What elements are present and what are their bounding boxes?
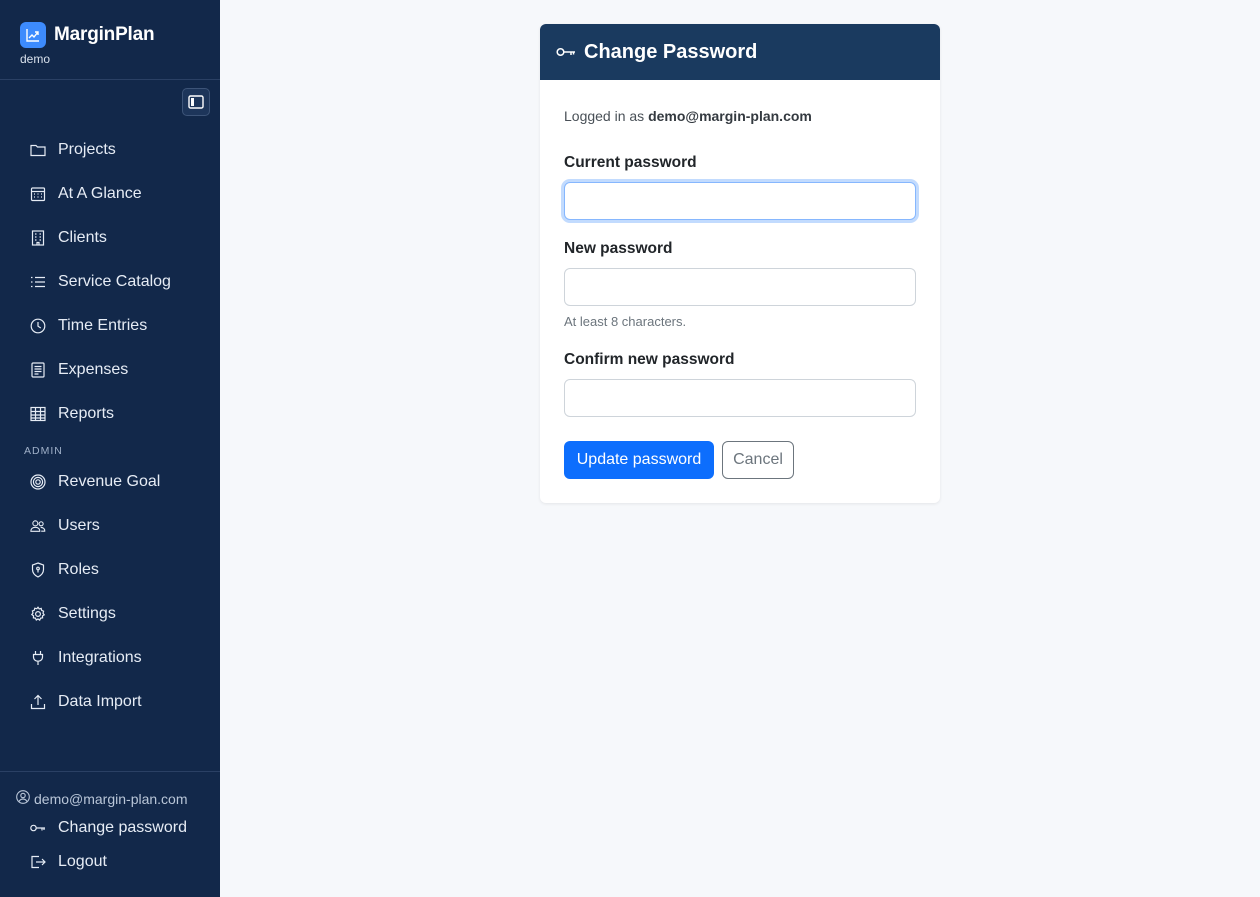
update-password-button[interactable]: Update password (564, 441, 714, 479)
sidebar-toggle-button[interactable] (182, 88, 210, 116)
card-title: Change Password (584, 40, 758, 63)
sidebar-item-reports[interactable]: Reports (30, 392, 210, 436)
new-password-hint: At least 8 characters. (564, 314, 687, 329)
person-circle-icon (16, 790, 30, 807)
admin-section-label: ADMIN (24, 445, 63, 457)
sidebar-item-label: Users (58, 517, 100, 534)
logged-in-text: Logged in as demo@margin-plan.com (564, 108, 812, 124)
confirm-password-label: Confirm new password (564, 351, 735, 368)
sidebar-item-label: Revenue Goal (58, 473, 161, 490)
sidebar-item-data-import[interactable]: Data Import (30, 680, 210, 724)
sidebar-item-expenses[interactable]: Expenses (30, 348, 210, 392)
sidebar-item-label: Expenses (58, 361, 129, 378)
sidebar-item-projects[interactable]: Projects (30, 128, 210, 172)
building-icon (30, 230, 46, 246)
sidebar-divider (0, 79, 220, 80)
confirm-password-input[interactable] (564, 379, 916, 417)
sidebar-item-time-entries[interactable]: Time Entries (30, 304, 210, 348)
sidebar-item-label: Roles (58, 561, 99, 578)
change-password-link[interactable]: Change password (30, 819, 187, 837)
sidebar-item-label: Clients (58, 229, 107, 246)
change-password-label: Change password (58, 819, 187, 836)
change-password-card: Change Password Logged in as demo@margin… (540, 24, 940, 503)
logout-label: Logout (58, 853, 107, 870)
folder-icon (30, 142, 46, 158)
brand[interactable]: MarginPlan demo (20, 22, 155, 66)
sidebar-item-label: Integrations (58, 649, 142, 666)
user-email-row: demo@margin-plan.com (16, 790, 216, 807)
sidebar-item-integrations[interactable]: Integrations (30, 636, 210, 680)
logout-link[interactable]: Logout (30, 853, 107, 871)
current-password-label: Current password (564, 154, 697, 171)
key-icon (30, 823, 46, 833)
target-icon (30, 474, 46, 490)
sidebar-item-label: Reports (58, 405, 115, 422)
current-password-input[interactable] (564, 182, 916, 220)
sidebar-item-at-a-glance[interactable]: At A Glance (30, 172, 210, 216)
logged-in-email: demo@margin-plan.com (648, 108, 812, 124)
sidebar-item-settings[interactable]: Settings (30, 592, 210, 636)
sidebar-item-users[interactable]: Users (30, 504, 210, 548)
shield-icon (30, 562, 46, 578)
list-icon (30, 274, 46, 290)
sidebar-item-revenue-goal[interactable]: Revenue Goal (30, 460, 210, 504)
logout-icon (30, 854, 46, 870)
key-icon (556, 46, 576, 58)
calendar-icon (30, 186, 46, 202)
user-email: demo@margin-plan.com (34, 790, 188, 807)
sidebar: MarginPlan demo Projects At A Glance Cli… (0, 0, 220, 897)
sidebar-item-label: Settings (58, 605, 116, 622)
new-password-input[interactable] (564, 268, 916, 306)
card-header: Change Password (540, 24, 940, 80)
receipt-icon (30, 362, 46, 378)
new-password-label: New password (564, 240, 673, 257)
sidebar-item-service-catalog[interactable]: Service Catalog (30, 260, 210, 304)
sidebar-item-label: Service Catalog (58, 273, 171, 290)
sidebar-item-label: At A Glance (58, 185, 142, 202)
sidebar-item-label: Projects (58, 141, 116, 158)
sidebar-item-roles[interactable]: Roles (30, 548, 210, 592)
sidebar-item-label: Data Import (58, 693, 142, 710)
brand-name: MarginPlan (54, 24, 155, 45)
sidebar-item-label: Time Entries (58, 317, 148, 334)
table-icon (30, 406, 46, 422)
sidebar-footer-divider (0, 771, 220, 772)
chart-line-icon (20, 22, 46, 48)
cancel-button[interactable]: Cancel (722, 441, 794, 479)
users-icon (30, 518, 46, 534)
clock-icon (30, 318, 46, 334)
user-block: demo@margin-plan.com (16, 790, 216, 807)
plug-icon (30, 650, 46, 666)
sidebar-item-clients[interactable]: Clients (30, 216, 210, 260)
upload-icon (30, 694, 46, 710)
gear-icon (30, 606, 46, 622)
sidebar-toggle-icon (188, 95, 204, 109)
brand-subtitle: demo (20, 52, 51, 66)
logged-in-prefix: Logged in as (564, 108, 645, 124)
